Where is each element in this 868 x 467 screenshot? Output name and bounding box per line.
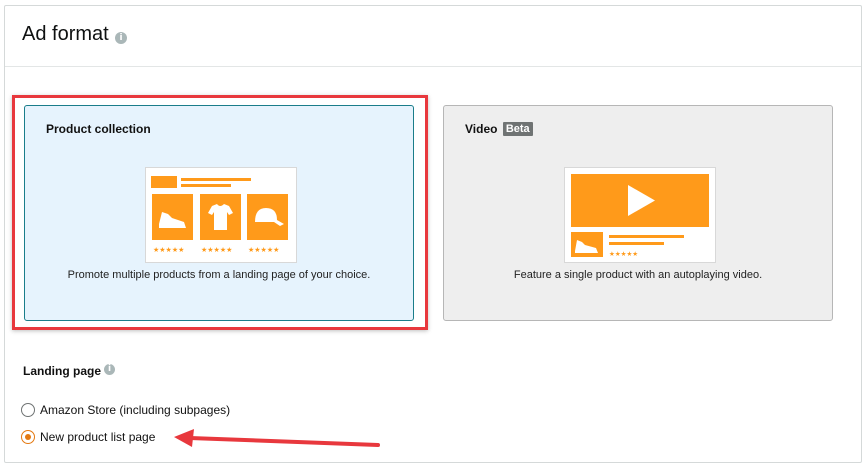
page-title: Ad format (22, 23, 109, 45)
radio-button[interactable] (21, 403, 35, 417)
landing-page-label: Landing page (23, 364, 101, 378)
svg-text:★★★★★: ★★★★★ (248, 246, 279, 254)
radio-label: Amazon Store (including subpages) (40, 403, 231, 417)
product-collection-illustration: ★★★★★ ★★★★★ ★★★★★ (145, 167, 297, 263)
radio-option-amazon-store[interactable]: Amazon Store (including subpages) (21, 401, 230, 419)
svg-text:★★★★★: ★★★★★ (609, 250, 638, 258)
beta-badge: Beta (502, 122, 533, 136)
radio-label: New product list page (40, 430, 156, 444)
video-illustration: ★★★★★ (564, 167, 716, 263)
svg-text:★★★★★: ★★★★★ (201, 246, 232, 254)
radio-button-selected[interactable] (21, 430, 35, 444)
format-card-product-collection[interactable]: Product collection ★★★★★ ★★★★★ ★★★★★ Pro… (24, 105, 414, 321)
card-title: Product collection (46, 122, 151, 136)
annotation-arrow (170, 428, 390, 458)
card-title: Video Beta (465, 122, 533, 136)
card-title-text: Video (465, 122, 498, 136)
format-card-video[interactable]: Video Beta ★★★★★ Feature a single produc… (443, 105, 833, 321)
panel-header: Ad format i (5, 6, 861, 67)
card-description: Promote multiple products from a landing… (67, 269, 371, 281)
card-description: Feature a single product with an autopla… (513, 269, 763, 281)
info-icon[interactable]: i (104, 364, 115, 375)
svg-text:★★★★★: ★★★★★ (153, 246, 184, 254)
radio-option-new-product-list[interactable]: New product list page (21, 428, 155, 446)
info-icon[interactable]: i (115, 32, 127, 44)
